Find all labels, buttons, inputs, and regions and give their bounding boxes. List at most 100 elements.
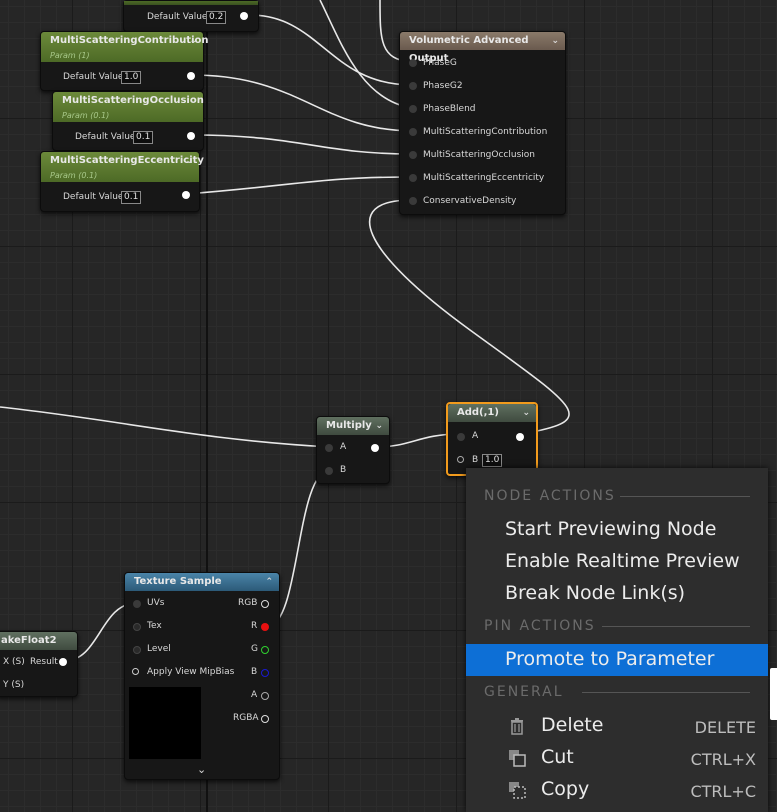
input-pin-tex[interactable] — [133, 623, 141, 631]
default-value-field[interactable]: 0.2 — [206, 11, 227, 24]
node-title: Multiply — [326, 420, 372, 431]
output-pin-rgb[interactable] — [261, 600, 269, 608]
divider — [602, 626, 750, 627]
volumetric-advanced-output-node[interactable]: Volumetric Advanced Output ⌄ PhaseG Phas… — [399, 31, 566, 215]
input-pin[interactable] — [409, 128, 417, 136]
pin-label: Result — [30, 657, 58, 667]
node-header[interactable]: Volumetric Advanced Output ⌄ — [400, 32, 565, 64]
default-value-node-partial[interactable]: Default Value 0.2 — [123, 0, 259, 32]
context-menu: NODE ACTIONS Start Previewing Node Enabl… — [466, 468, 768, 812]
default-value-label: Default Value — [75, 132, 136, 142]
pin-label: Apply View MipBias — [147, 667, 235, 677]
output-pin-a[interactable] — [261, 692, 269, 700]
output-pin-result[interactable] — [59, 658, 67, 666]
pin-label: UVs — [147, 598, 165, 608]
menu-item-promote-to-parameter[interactable]: Promote to Parameter — [505, 648, 714, 670]
input-pin[interactable] — [409, 151, 417, 159]
pin-label: A — [340, 442, 347, 452]
pin-label: A — [472, 431, 479, 441]
param-node-multiscattering-occlusion[interactable]: MultiScatteringOcclusion Param (0.1) ⌄ D… — [52, 91, 204, 151]
pin-label: MultiScatteringContribution — [423, 127, 548, 137]
chevron-down-icon[interactable]: ⌄ — [551, 32, 559, 50]
node-title: Texture Sample — [134, 576, 222, 587]
input-pin-b[interactable] — [457, 456, 464, 463]
node-header[interactable]: Multiply ⌄ — [317, 417, 389, 435]
node-title: MultiScatteringContribution — [50, 35, 209, 46]
tooltip-edge — [770, 668, 777, 720]
node-header[interactable]: Texture Sample ⌃ — [125, 573, 279, 591]
output-pin[interactable] — [516, 433, 524, 441]
section-pin-actions: PIN ACTIONS — [484, 618, 596, 634]
section-general: GENERAL — [484, 684, 564, 700]
make-float2-node[interactable]: akeFloat2 X (S) Result Y (S) — [0, 631, 78, 697]
node-header[interactable]: MultiScatteringOcclusion Param (0.1) ⌄ — [53, 92, 204, 122]
menu-item-start-previewing[interactable]: Start Previewing Node — [505, 518, 716, 540]
menu-item-break-node-links[interactable]: Break Node Link(s) — [505, 582, 685, 604]
texture-preview — [129, 687, 201, 759]
texture-sample-node[interactable]: Texture Sample ⌃ UVs Tex Level Apply Vie… — [124, 572, 280, 780]
copy-icon — [509, 782, 526, 799]
pin-b-value-field[interactable]: 1.0 — [482, 454, 503, 467]
default-value-field[interactable]: 1.0 — [121, 71, 142, 84]
shortcut-copy: CTRL+C — [690, 782, 756, 801]
expand-chevron-icon[interactable]: ⌄ — [197, 763, 206, 776]
param-node-multiscattering-contribution[interactable]: MultiScatteringContribution Param (1) ⌄ … — [40, 31, 209, 91]
output-pin-b[interactable] — [261, 669, 269, 677]
node-title: MultiScatteringEccentricity — [50, 155, 204, 166]
input-pin-mipbias[interactable] — [132, 668, 139, 675]
pin-label: MultiScatteringEccentricity — [423, 173, 545, 183]
default-value-label: Default Value — [63, 72, 124, 82]
pin-label: R — [251, 621, 258, 631]
pin-label: RGBA — [233, 713, 259, 723]
cut-icon — [509, 750, 526, 767]
output-pin-rgba[interactable] — [261, 715, 269, 723]
input-pin[interactable] — [409, 59, 417, 67]
chevron-down-icon[interactable]: ⌄ — [375, 417, 383, 435]
input-pin[interactable] — [409, 82, 417, 90]
output-pin[interactable] — [240, 12, 248, 20]
input-pin-b[interactable] — [325, 467, 333, 475]
default-value-label: Default Value — [147, 12, 208, 22]
node-header[interactable]: MultiScatteringContribution Param (1) ⌄ — [41, 32, 209, 62]
shortcut-delete: DELETE — [694, 718, 756, 737]
node-subtitle: Param (1) — [50, 51, 90, 60]
pin-label: MultiScatteringOcclusion — [423, 150, 535, 160]
input-pin-uvs[interactable] — [133, 600, 141, 608]
add-node[interactable]: Add(,1) ⌄ A B 1.0 — [446, 402, 538, 476]
default-value-field[interactable]: 0.1 — [133, 131, 154, 144]
input-pin[interactable] — [409, 105, 417, 113]
chevron-down-icon[interactable]: ⌄ — [185, 152, 193, 170]
node-title: akeFloat2 — [1, 635, 57, 646]
menu-item-enable-realtime-preview[interactable]: Enable Realtime Preview — [505, 550, 740, 572]
output-pin[interactable] — [182, 191, 190, 199]
default-value-label: Default Value — [63, 192, 124, 202]
trash-icon — [511, 718, 523, 735]
output-pin-r[interactable] — [261, 623, 269, 631]
param-node-multiscattering-eccentricity[interactable]: MultiScatteringEccentricity Param (0.1) … — [40, 151, 204, 212]
output-pin-g[interactable] — [261, 646, 269, 654]
pin-label: Y (S) — [3, 680, 25, 690]
shortcut-cut: CTRL+X — [690, 750, 756, 769]
output-pin[interactable] — [187, 72, 195, 80]
chevron-up-icon[interactable]: ⌃ — [265, 573, 273, 591]
chevron-down-icon[interactable]: ⌄ — [522, 404, 530, 422]
input-pin-a[interactable] — [325, 444, 333, 452]
menu-item-cut[interactable]: Cut — [541, 746, 574, 768]
node-header[interactable]: akeFloat2 — [0, 632, 77, 650]
node-header[interactable]: Add(,1) ⌄ — [448, 404, 536, 422]
input-pin-a[interactable] — [457, 433, 465, 441]
chevron-down-icon[interactable]: ⌄ — [189, 92, 197, 110]
default-value-field[interactable]: 0.1 — [121, 191, 142, 204]
multiply-node[interactable]: Multiply ⌄ A B — [316, 416, 390, 484]
pin-label: B — [472, 455, 479, 465]
output-pin[interactable] — [371, 444, 379, 452]
input-pin[interactable] — [409, 197, 417, 205]
chevron-down-icon[interactable]: ⌄ — [189, 32, 197, 50]
pin-label: G — [251, 644, 258, 654]
node-header[interactable]: MultiScatteringEccentricity Param (0.1) … — [41, 152, 204, 182]
input-pin-level[interactable] — [133, 646, 141, 654]
menu-item-copy[interactable]: Copy — [541, 778, 589, 800]
input-pin[interactable] — [409, 174, 417, 182]
output-pin[interactable] — [187, 132, 195, 140]
menu-item-delete[interactable]: Delete — [541, 714, 603, 736]
